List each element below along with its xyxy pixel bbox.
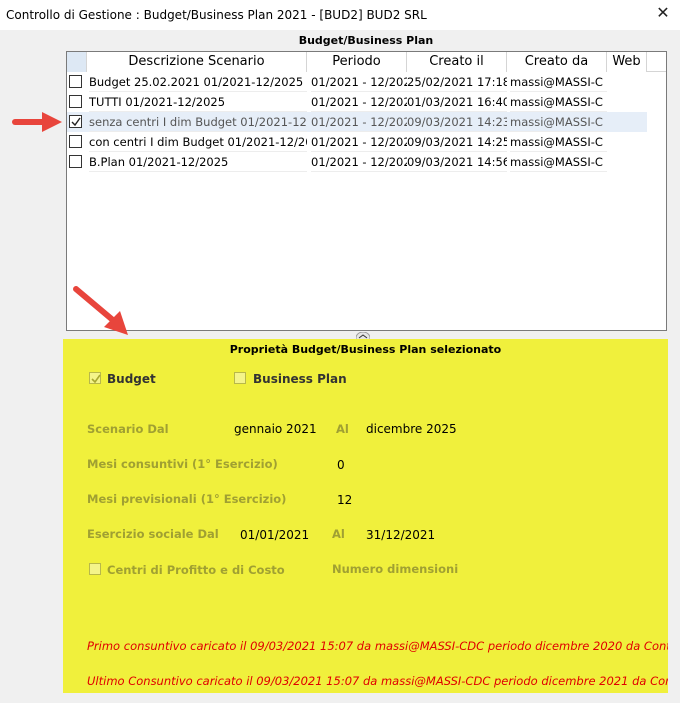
- cell-periodo: 01/2021 - 12/2025: [311, 72, 407, 92]
- cell-creato-da: massi@MASSI-C: [510, 72, 607, 92]
- column-header-descrizione[interactable]: Descrizione Scenario: [87, 52, 307, 72]
- scenario-dal-label: Scenario Dal: [87, 422, 169, 436]
- column-header-creato-da[interactable]: Creato da: [507, 52, 607, 72]
- scenario-al-value: dicembre 2025: [366, 422, 457, 436]
- cell-periodo: 01/2021 - 12/2025: [311, 132, 407, 152]
- ultimo-consuntivo-info: Ultimo Consuntivo caricato il 09/03/2021…: [87, 674, 668, 688]
- cell-creato-il: 09/03/2021 14:23: [407, 112, 507, 132]
- esercizio-al-label: Al: [332, 527, 345, 541]
- esercizio-al-value: 31/12/2021: [366, 528, 436, 542]
- cell-creato-il: 01/03/2021 16:40: [407, 92, 507, 112]
- primo-consuntivo-info: Primo consuntivo caricato il 09/03/2021 …: [87, 639, 668, 653]
- cell-periodo: 01/2021 - 12/2025: [311, 112, 407, 132]
- budget-label: Budget: [107, 372, 156, 386]
- esercizio-dal-value: 01/01/2021: [240, 528, 310, 542]
- cell-descrizione: TUTTI 01/2021-12/2025: [89, 92, 307, 112]
- cell-descrizione: senza centri I dim Budget 01/2021-12/202: [89, 112, 307, 132]
- mesi-previsionali-label: Mesi previsionali (1° Esercizio): [87, 492, 287, 506]
- budget-checkbox[interactable]: [89, 372, 101, 384]
- properties-title: Proprietà Budget/Business Plan seleziona…: [229, 343, 502, 356]
- cell-descrizione: con centri I dim Budget 01/2021-12/2025: [89, 132, 307, 152]
- check-icon: [71, 117, 81, 127]
- cell-creato-il: 25/02/2021 17:18: [407, 72, 507, 92]
- cell-descrizione: Budget 25.02.2021 01/2021-12/2025: [89, 72, 307, 92]
- business-plan-label: Business Plan: [253, 372, 347, 386]
- mesi-consuntivi-value: 0: [337, 458, 345, 472]
- cell-creato-da: massi@MASSI-C: [510, 92, 607, 112]
- scenario-al-label: Al: [336, 422, 349, 436]
- cell-periodo: 01/2021 - 12/2025: [311, 92, 407, 112]
- column-header-periodo[interactable]: Periodo: [307, 52, 407, 72]
- cell-creato-da: massi@MASSI-C: [510, 132, 607, 152]
- business-plan-checkbox[interactable]: [234, 372, 246, 384]
- centri-checkbox[interactable]: [89, 563, 101, 575]
- properties-panel: Proprietà Budget/Business Plan seleziona…: [63, 339, 668, 693]
- column-header-creato-il[interactable]: Creato il: [407, 52, 507, 72]
- table-row[interactable]: Budget 25.02.2021 01/2021-12/2025 01/2021…: [67, 72, 647, 92]
- numero-dimensioni-label: Numero dimensioni: [332, 562, 459, 576]
- cell-periodo: 01/2021 - 12/2025: [311, 152, 407, 172]
- table-row[interactable]: TUTTI 01/2021-12/202501/2021 - 12/202501…: [67, 92, 647, 112]
- cell-creato-il: 09/03/2021 14:25: [407, 132, 507, 152]
- window-title: Controllo di Gestione : Budget/Business …: [6, 8, 427, 22]
- table-row[interactable]: senza centri I dim Budget 01/2021-12/202…: [67, 112, 647, 132]
- cell-creato-da: massi@MASSI-C: [510, 112, 607, 132]
- cell-creato-il: 09/03/2021 14:56: [407, 152, 507, 172]
- grid-header: Descrizione Scenario Periodo Creato il C…: [67, 52, 666, 72]
- header-select-cell[interactable]: [67, 52, 87, 72]
- checkbox-icon[interactable]: [69, 155, 82, 168]
- grid-section-title: Budget/Business Plan: [298, 34, 434, 47]
- esercizio-sociale-label: Esercizio sociale Dal: [87, 527, 219, 541]
- checkbox-icon[interactable]: [69, 75, 82, 88]
- close-icon[interactable]: ✕: [654, 4, 672, 22]
- cell-creato-da: massi@MASSI-C: [510, 152, 607, 172]
- cell-descrizione: B.Plan 01/2021-12/2025: [89, 152, 307, 172]
- annotation-arrow-icon: [73, 286, 128, 335]
- checkbox-icon[interactable]: [69, 95, 82, 108]
- title-bar: Controllo di Gestione : Budget/Business …: [0, 0, 680, 30]
- table-row[interactable]: B.Plan 01/2021-12/202501/2021 - 12/20250…: [67, 152, 647, 172]
- centri-label: Centri di Profitto e di Costo: [107, 563, 285, 577]
- checkbox-icon[interactable]: [69, 115, 82, 128]
- column-header-web[interactable]: Web: [607, 52, 647, 72]
- checkbox-icon[interactable]: [69, 135, 82, 148]
- mesi-previsionali-value: 12: [337, 493, 353, 507]
- annotation-arrow-icon: [12, 112, 62, 132]
- scenario-grid[interactable]: Descrizione Scenario Periodo Creato il C…: [66, 51, 667, 331]
- mesi-consuntivi-label: Mesi consuntivi (1° Esercizio): [87, 457, 278, 471]
- table-row[interactable]: con centri I dim Budget 01/2021-12/2025 0…: [67, 132, 647, 152]
- scenario-dal-value: gennaio 2021: [234, 422, 317, 436]
- check-icon: [91, 374, 101, 384]
